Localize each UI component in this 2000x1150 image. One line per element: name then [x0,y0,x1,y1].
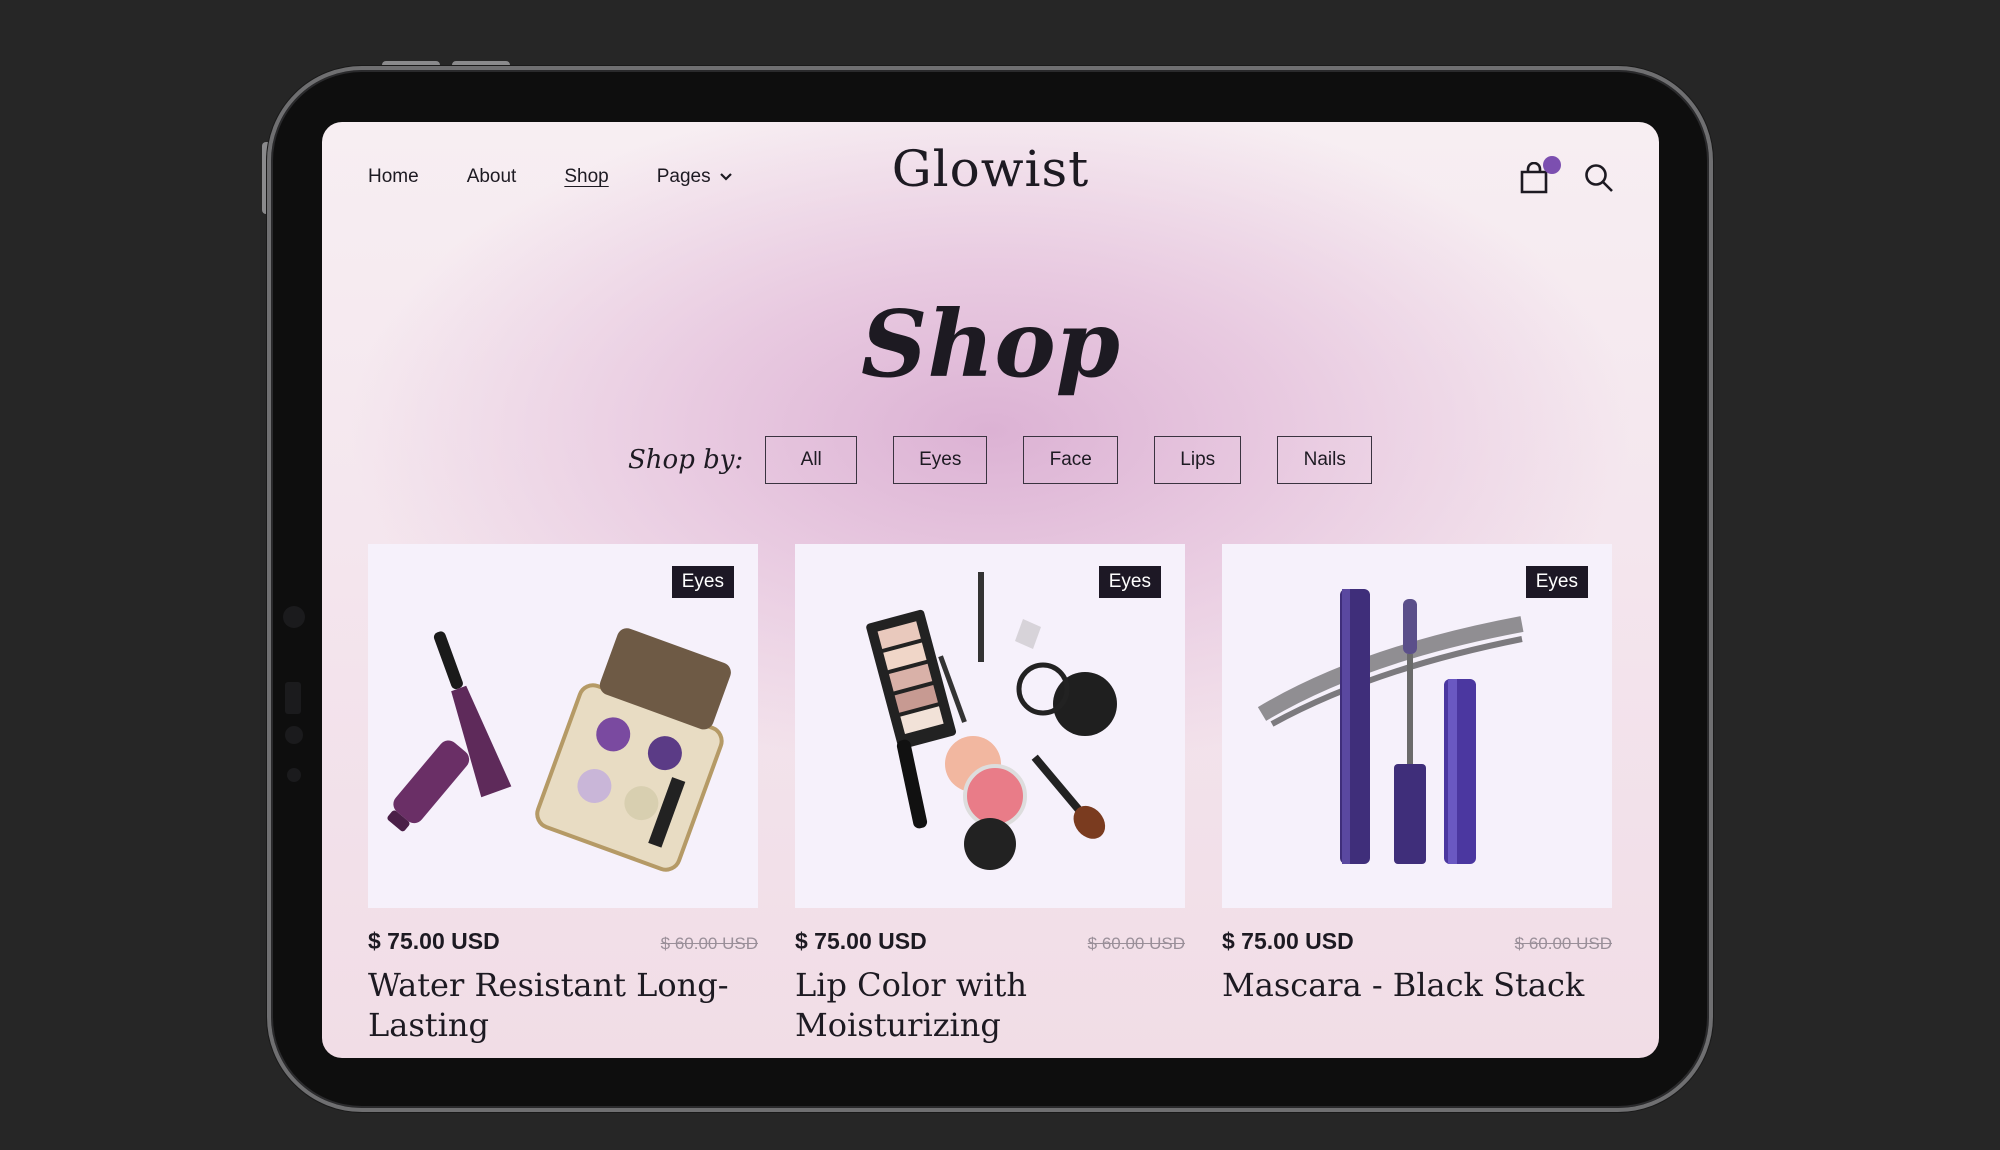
product-card[interactable]: Eyes $ 75.00 USD $ 60.00 USD Mascara - B [1222,544,1612,1045]
cart-badge [1543,156,1561,174]
cart-button[interactable] [1519,156,1561,194]
search-button[interactable] [1583,162,1615,194]
makeup-kit-flatlay-icon [866,572,1117,870]
filter-lips[interactable]: Lips [1154,436,1242,484]
product-name[interactable]: Water Resistant Long-Lasting [368,965,758,1045]
category-filters: Shop by: All Eyes Face Lips Nails [628,436,1408,484]
category-badge: Eyes [1525,566,1588,598]
brand-logo[interactable]: Glowist [322,140,1659,198]
tablet-sensor [287,768,301,782]
original-price: $ 60.00 USD [660,934,758,953]
product-image[interactable]: Eyes [795,544,1185,908]
price-row: $ 75.00 USD $ 60.00 USD [1222,928,1612,955]
sale-price: $ 75.00 USD [1222,928,1354,954]
product-card[interactable]: Eyes [795,544,1185,1045]
original-price: $ 60.00 USD [1087,934,1185,953]
tablet-sensor [285,726,303,744]
filter-nails[interactable]: Nails [1277,436,1373,484]
filter-all[interactable]: All [765,436,858,484]
filter-label: Shop by: [628,445,744,475]
sale-price: $ 75.00 USD [795,928,927,954]
sale-price: $ 75.00 USD [368,928,500,954]
screen: Home About Shop Pages Glowist Shop Shop … [322,122,1659,1058]
header-icons [1519,156,1615,194]
product-card[interactable]: Eyes [368,544,758,1045]
category-badge: Eyes [671,566,734,598]
filter-eyes[interactable]: Eyes [893,436,988,484]
product-name[interactable]: Mascara - Black Stack [1222,965,1612,1005]
filter-face[interactable]: Face [1023,436,1119,484]
mascara-tubes-with-swatch-icon [1257,589,1524,864]
original-price: $ 60.00 USD [1514,934,1612,953]
mascara-and-eyeshadow-palette-icon [387,628,731,872]
search-icon [1585,164,1613,192]
product-name[interactable]: Lip Color with Moisturizing [795,965,1185,1045]
product-grid: Eyes $ 75.00 USD $ 60.00 USD Water Resis… [368,544,1612,1045]
category-badge: Eyes [1098,566,1161,598]
product-image[interactable]: Eyes [1222,544,1612,908]
page-title: Shop [860,290,1121,398]
price-row: $ 75.00 USD $ 60.00 USD [368,928,758,955]
product-image[interactable]: Eyes [368,544,758,908]
price-row: $ 75.00 USD $ 60.00 USD [795,928,1185,955]
tablet-camera [283,606,305,628]
tablet-sensor [285,682,301,714]
